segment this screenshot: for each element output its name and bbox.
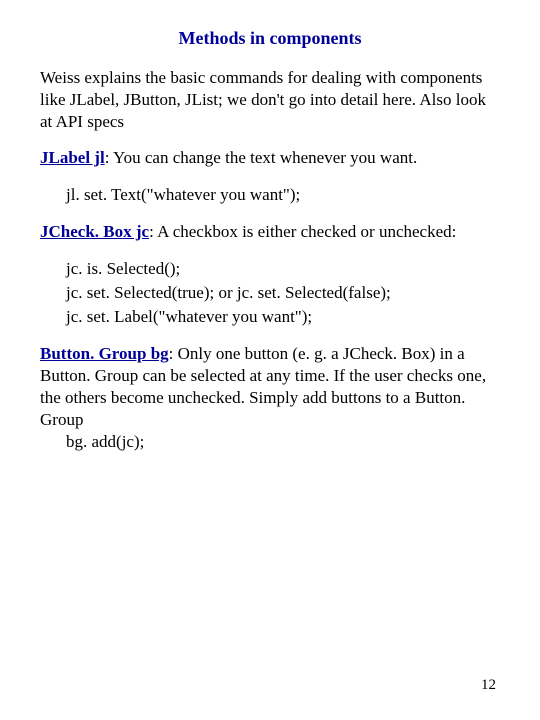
- jlabel-heading: JLabel jl: [40, 148, 105, 167]
- page-number: 12: [481, 677, 496, 694]
- buttongroup-paragraph: Button. Group bg: Only one button (e. g.…: [40, 343, 500, 453]
- jcheckbox-heading: JCheck. Box jc: [40, 222, 149, 241]
- jcheckbox-paragraph: JCheck. Box jc: A checkbox is either che…: [40, 221, 500, 243]
- jcheckbox-code2: jc. set. Selected(true); or jc. set. Sel…: [66, 281, 500, 305]
- buttongroup-heading: Button. Group bg: [40, 344, 169, 363]
- jcheckbox-code-block: jc. is. Selected(); jc. set. Selected(tr…: [40, 257, 500, 328]
- jcheckbox-code3: jc. set. Label("whatever you want");: [66, 305, 500, 329]
- jlabel-text: : You can change the text whenever you w…: [105, 148, 418, 167]
- jlabel-paragraph: JLabel jl: You can change the text whene…: [40, 147, 500, 169]
- intro-paragraph: Weiss explains the basic commands for de…: [40, 67, 500, 133]
- jlabel-code: jl. set. Text("whatever you want");: [40, 183, 500, 207]
- jcheckbox-text: : A checkbox is either checked or unchec…: [149, 222, 456, 241]
- jcheckbox-code1: jc. is. Selected();: [66, 257, 500, 281]
- slide-title: Methods in components: [40, 28, 500, 49]
- buttongroup-code: bg. add(jc);: [40, 431, 500, 453]
- slide-page: Methods in components Weiss explains the…: [0, 0, 540, 453]
